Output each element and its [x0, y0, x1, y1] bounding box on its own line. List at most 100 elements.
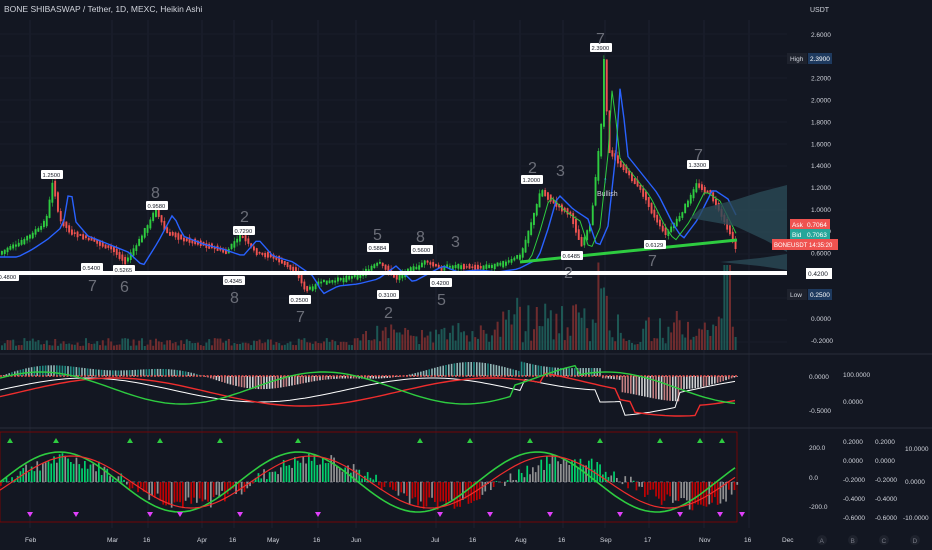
trough-price-label: 0.2500	[291, 298, 309, 304]
svg-text:↑: ↑	[603, 175, 608, 185]
macd-axis[interactable]: 0.0000 -0.5000 100.0000 0.0000	[809, 372, 870, 415]
price-axis-tick: 1.0000	[811, 207, 831, 214]
bid-badge: Bid 0.7063	[790, 229, 830, 240]
price-axis-tick: 1.4000	[811, 163, 831, 170]
price-axis-tick: 2.2000	[811, 76, 831, 83]
wave-count-label: 2	[240, 209, 249, 226]
svg-text:0.0000: 0.0000	[809, 374, 829, 381]
time-axis-label: 16	[744, 537, 752, 544]
svg-text:10.0000: 10.0000	[905, 446, 929, 453]
svg-text:200.0: 200.0	[809, 445, 826, 452]
oscillator-axis[interactable]: 200.0 0.0 -200.0 0.2000 0.0000 -0.2000 -…	[809, 439, 929, 522]
bottom-toolbar: A B C D	[817, 535, 920, 545]
time-axis-label: Jun	[351, 537, 362, 544]
svg-text:0.0000: 0.0000	[875, 458, 895, 465]
symbol-badge: BONEUSDT 14:35:20	[772, 239, 838, 250]
price-axis-tick: 1.6000	[811, 141, 831, 148]
svg-text:0.4200: 0.4200	[808, 271, 828, 278]
svg-text:2.3900: 2.3900	[810, 56, 830, 63]
svg-text:0.7064: 0.7064	[807, 222, 827, 229]
wave-count-label: 5	[437, 292, 446, 309]
price-axis-tick: 0.6000	[811, 251, 831, 258]
svg-text:-0.4000: -0.4000	[843, 496, 865, 503]
svg-text:0.0: 0.0	[809, 475, 818, 482]
svg-text:0.7063: 0.7063	[807, 232, 827, 239]
wave-count-label: 2	[384, 305, 393, 322]
wave-count-label: 7	[648, 253, 657, 270]
svg-text:0.0000: 0.0000	[843, 458, 863, 465]
macd-pane[interactable]	[0, 361, 738, 417]
price-annotations: 1.25000.95800.72900.5884 0.56001.20002.39…	[0, 31, 709, 326]
time-axis-label: Aug	[515, 537, 527, 544]
wave-count-label: 5	[373, 227, 382, 244]
wave-count-label: 8	[151, 185, 160, 202]
wave-count-label: 2	[528, 160, 537, 177]
time-axis-label: Jul	[431, 537, 440, 544]
wave-count-label: 2	[564, 265, 573, 282]
svg-text:High: High	[790, 56, 804, 63]
price-axis-tick: 0.0000	[811, 316, 831, 323]
time-axis-label: 16	[469, 537, 477, 544]
level-badge: 0.4200	[806, 268, 832, 279]
low-badge: Low 0.2500	[787, 289, 832, 300]
trough-price-label: 0.5400	[83, 266, 101, 272]
svg-text:0.0000: 0.0000	[905, 479, 925, 486]
chart-canvas[interactable]: 1.2500 0.9580 0.7290 0.5884 0.5600 1.2000 2.39…	[0, 0, 932, 550]
trough-price-label: 0.3100	[379, 293, 397, 299]
wave-count-label: 3	[451, 234, 460, 251]
price-axis-tick: 2.6000	[811, 32, 831, 39]
time-axis-label: 17	[644, 537, 652, 544]
svg-text:-0.2000: -0.2000	[875, 477, 897, 484]
wave-count-label: 7	[596, 31, 605, 48]
wave-count-label: 7	[88, 278, 97, 295]
svg-text:BONEUSDT: BONEUSDT	[774, 243, 808, 249]
macd-histogram	[2, 361, 738, 402]
bullish-label: Bullish	[597, 191, 618, 198]
time-axis-label: 16	[558, 537, 566, 544]
svg-text:-0.6000: -0.6000	[843, 515, 865, 522]
time-axis-label: Feb	[25, 537, 37, 544]
wave-count-label: 7	[694, 147, 703, 164]
candles	[1, 55, 737, 294]
svg-text:A: A	[820, 538, 825, 545]
time-axis-label: Apr	[197, 537, 208, 544]
price-axis-tick: 1.8000	[811, 119, 831, 126]
peak-price-label: 1.2000	[523, 178, 541, 184]
time-axis-label: 16	[143, 537, 151, 544]
svg-text:0.2000: 0.2000	[875, 439, 895, 446]
trough-price-label: 0.6485	[563, 254, 581, 260]
svg-text:C: C	[882, 538, 887, 545]
svg-text:0.2500: 0.2500	[810, 292, 830, 299]
svg-text:Low: Low	[790, 292, 802, 299]
svg-text:-0.6000: -0.6000	[875, 515, 897, 522]
moving-average-blue	[0, 88, 737, 295]
time-axis[interactable]: Feb Mar 16 Apr 16 May 16 Jun Jul 16 Aug 16 Sep 17 Nov 1…	[25, 537, 794, 544]
price-axis-tick: 2.0000	[811, 98, 831, 105]
peak-price-label: 0.7290	[235, 229, 253, 235]
time-axis-label: 16	[229, 537, 237, 544]
price-axis-tick: 1.2000	[811, 185, 831, 192]
time-axis-label: Mar	[107, 537, 119, 544]
svg-text:Bid: Bid	[792, 232, 802, 239]
time-axis-label: Sep	[600, 537, 612, 544]
svg-text:-0.2000: -0.2000	[843, 477, 865, 484]
time-axis-label: 16	[313, 537, 321, 544]
currency-label: USDT	[810, 7, 830, 14]
time-axis-label: May	[267, 537, 280, 544]
peak-price-label: 0.5600	[413, 248, 431, 254]
svg-text:100.0000: 100.0000	[843, 372, 870, 379]
wave-count-label: 8	[416, 229, 425, 246]
svg-text:-0.5000: -0.5000	[809, 408, 831, 415]
svg-text:0.0000: 0.0000	[843, 399, 863, 406]
trough-price-label: 0.6129	[646, 243, 664, 249]
wave-count-label: 6	[120, 279, 129, 296]
high-badge: High 2.3900	[787, 53, 832, 64]
price-axis-tick: -0.2000	[811, 338, 833, 345]
svg-text:-200.0: -200.0	[809, 504, 828, 511]
ask-badge: Ask 0.7064	[790, 219, 830, 230]
trough-price-label: 0.5265	[115, 268, 133, 274]
time-axis-label: Dec	[782, 537, 794, 544]
wave-count-label: 8	[230, 290, 239, 307]
trough-price-label: 0.4345	[225, 279, 243, 285]
trough-price-label: 0.4200	[432, 281, 450, 287]
